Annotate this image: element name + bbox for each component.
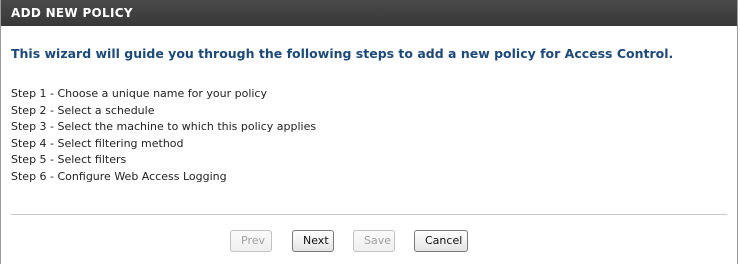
prev-button[interactable]: Prev — [230, 230, 272, 252]
divider — [11, 214, 727, 215]
cancel-button[interactable]: Cancel — [414, 230, 468, 252]
wizard-step-5: Step 5 - Select filters — [11, 153, 127, 166]
save-button[interactable]: Save — [353, 230, 395, 252]
wizard-intro-text: This wizard will guide you through the f… — [11, 46, 674, 61]
wizard-step-3: Step 3 - Select the machine to which thi… — [11, 120, 317, 133]
wizard-step-1: Step 1 - Choose a unique name for your p… — [11, 87, 267, 100]
section-title: ADD NEW POLICY — [11, 6, 133, 20]
section-header: ADD NEW POLICY — [1, 0, 737, 27]
wizard-step-4: Step 4 - Select filtering method — [11, 136, 184, 150]
wizard-button-row: Prev Next Save Cancel — [1, 230, 737, 252]
next-button[interactable]: Next — [292, 230, 334, 252]
wizard-step-2: Step 2 - Select a schedule — [11, 103, 155, 117]
add-new-policy-panel: ADD NEW POLICY This wizard will guide yo… — [0, 0, 738, 264]
wizard-step-6: Step 6 - Configure Web Access Logging — [11, 169, 227, 183]
wizard-steps-list: Step 1 - Choose a unique name for your p… — [11, 86, 316, 185]
